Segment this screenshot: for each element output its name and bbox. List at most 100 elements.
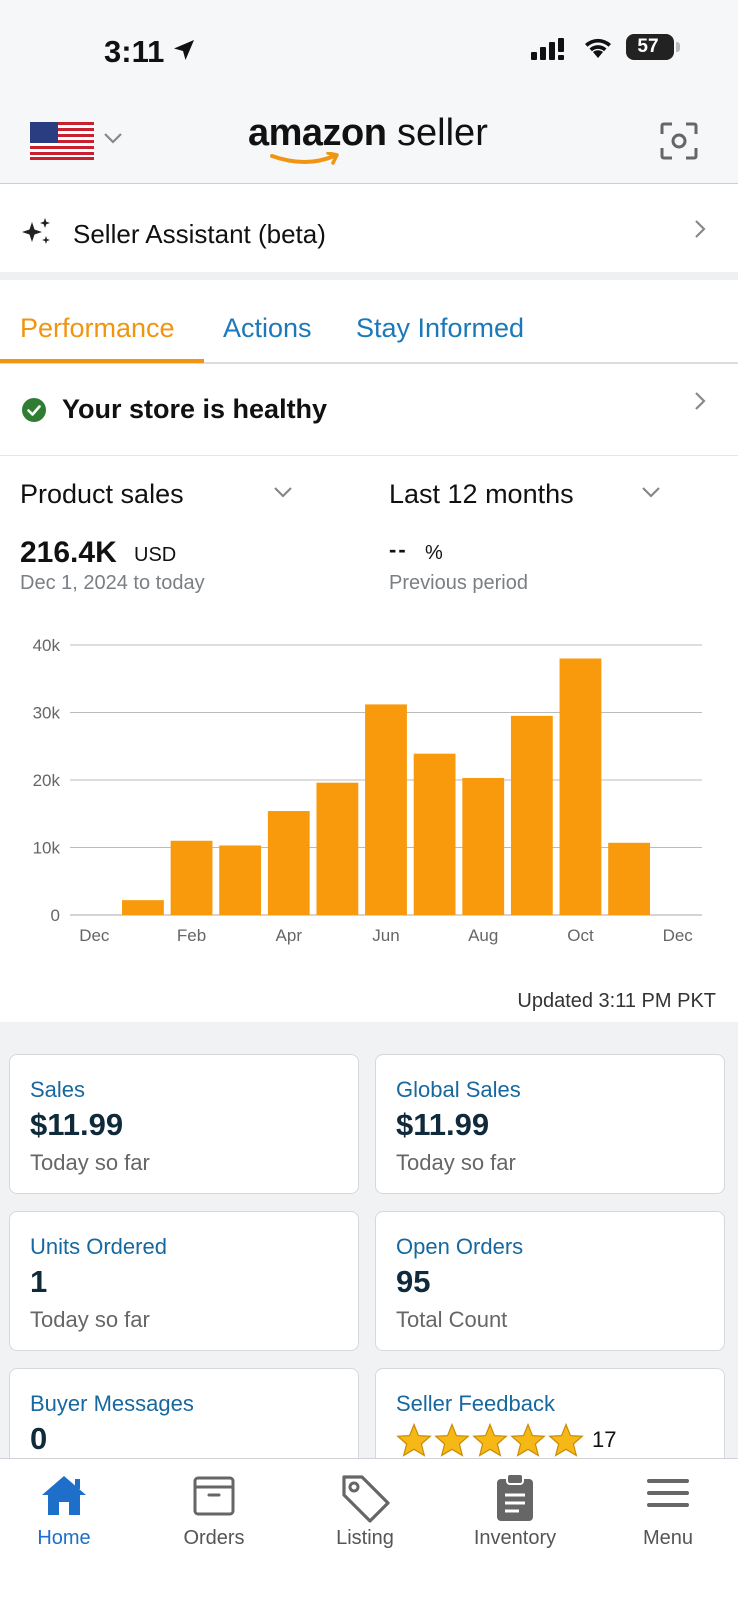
tile-value: 95: [396, 1264, 431, 1299]
period-dropdown[interactable]: Last 12 months: [389, 479, 574, 510]
summary-tiles: Sales $11.99 Today so far Global Sales $…: [0, 1022, 738, 1458]
store-health-row[interactable]: Your store is healthy: [0, 364, 738, 456]
x-tick-label: Dec: [663, 926, 694, 945]
nav-label: Orders: [183, 1527, 245, 1549]
us-flag-icon[interactable]: [30, 122, 94, 160]
star-rating: 17: [396, 1423, 616, 1457]
cellular-signal-icon: [531, 38, 564, 60]
tile-title: Buyer Messages: [30, 1391, 194, 1416]
amazon-smile-icon: [270, 152, 339, 165]
status-time: 3:11: [104, 34, 165, 69]
star-icon: [472, 1423, 508, 1457]
location-arrow-icon: [174, 40, 194, 60]
chevron-down-icon[interactable]: [272, 484, 294, 500]
tile-subtitle: Today so far: [30, 1150, 150, 1175]
y-tick-label: 10k: [33, 839, 61, 858]
change-unit: %: [425, 542, 443, 564]
chart-bar[interactable]: [559, 658, 602, 916]
star-icon: [434, 1423, 470, 1457]
chart-bar[interactable]: [365, 704, 407, 915]
nav-menu[interactable]: Menu: [594, 1459, 738, 1579]
tile-subtitle: Today so far: [30, 1307, 150, 1332]
tile-subtitle: Today so far: [396, 1150, 516, 1175]
orders-box-icon: [193, 1476, 235, 1516]
scan-icon[interactable]: [660, 122, 698, 160]
tile-value: $11.99: [396, 1107, 490, 1142]
home-icon: [42, 1476, 86, 1515]
clipboard-icon: [497, 1473, 533, 1521]
active-tab-indicator: [0, 359, 204, 363]
nav-label: Listing: [336, 1527, 394, 1549]
updated-timestamp: Updated 3:11 PM PKT: [517, 990, 716, 1012]
tile-title: Global Sales: [396, 1077, 521, 1102]
store-health-label: Your store is healthy: [62, 394, 328, 424]
battery-icon: 57: [626, 34, 674, 60]
tile-seller-feedback[interactable]: Seller Feedback 17: [375, 1368, 725, 1458]
chart-bar[interactable]: [170, 840, 213, 915]
chart-bar[interactable]: [122, 900, 164, 915]
sales-total-value: 216.4K: [20, 536, 117, 569]
x-tick-label: Feb: [177, 926, 206, 945]
tile-title: Units Ordered: [30, 1234, 167, 1259]
y-tick-label: 0: [51, 906, 60, 925]
y-tick-label: 20k: [33, 771, 61, 790]
tile-title: Open Orders: [396, 1234, 524, 1259]
metric-dropdown[interactable]: Product sales: [20, 479, 184, 510]
tile-buyer-messages[interactable]: Buyer Messages 0: [9, 1368, 359, 1458]
chart-bar[interactable]: [219, 845, 262, 915]
tile-title: Seller Feedback: [396, 1391, 555, 1416]
chevron-down-icon[interactable]: [640, 484, 662, 500]
y-tick-label: 30k: [33, 704, 61, 723]
battery-level: 57: [637, 36, 659, 57]
chevron-right-icon: [695, 392, 706, 410]
seller-assistant-row[interactable]: Seller Assistant (beta): [0, 184, 738, 280]
change-label: Previous period: [389, 572, 528, 594]
battery-cap: [676, 42, 680, 52]
sales-bar-chart[interactable]: 0 10k 20k 30k 40k Dec Feb Apr Jun Aug Oct Dec: [0, 630, 738, 970]
tab-performance[interactable]: Performance: [20, 313, 175, 344]
tile-units-ordered[interactable]: Units Ordered 1 Today so far: [9, 1211, 359, 1351]
star-icon: [548, 1423, 584, 1457]
tile-value: $11.99: [30, 1107, 124, 1142]
chart-bar[interactable]: [510, 715, 553, 915]
chevron-right-icon: [695, 220, 706, 238]
chart-bar[interactable]: [316, 782, 359, 915]
nav-label: Inventory: [473, 1527, 557, 1549]
tile-value: 1: [30, 1264, 48, 1299]
amazon-seller-logo: amazon seller: [248, 112, 488, 154]
change-value: --: [389, 537, 408, 562]
bottom-navigation: Home Orders Listing Inventory Menu: [0, 1458, 738, 1600]
chart-bar[interactable]: [413, 753, 456, 915]
x-tick-label: Dec: [79, 926, 110, 945]
wifi-icon: [585, 38, 611, 58]
star-icon: [396, 1423, 432, 1457]
tab-stay-informed[interactable]: Stay Informed: [356, 313, 524, 344]
x-tick-label: Aug: [468, 926, 498, 945]
x-tick-label: Oct: [567, 926, 594, 945]
tile-value: 0: [30, 1421, 48, 1456]
tile-title: Sales: [30, 1077, 86, 1102]
nav-home[interactable]: Home: [0, 1459, 138, 1579]
tag-icon: [342, 1475, 390, 1523]
tile-sales[interactable]: Sales $11.99 Today so far: [9, 1054, 359, 1194]
chart-bar[interactable]: [462, 777, 505, 915]
chart-bar[interactable]: [267, 811, 310, 915]
tile-global-sales[interactable]: Global Sales $11.99 Today so far: [375, 1054, 725, 1194]
feedback-count: 17: [592, 1427, 617, 1452]
chevron-down-icon[interactable]: [102, 130, 124, 146]
star-icon: [510, 1423, 546, 1457]
app-header: amazon seller: [0, 100, 738, 184]
tile-open-orders[interactable]: Open Orders 95 Total Count: [375, 1211, 725, 1351]
y-tick-label: 40k: [33, 636, 61, 655]
tile-subtitle: Total Count: [396, 1307, 508, 1332]
nav-inventory[interactable]: Inventory: [441, 1459, 589, 1579]
tab-actions[interactable]: Actions: [223, 313, 312, 344]
tab-bar: Performance Actions Stay Informed: [0, 288, 738, 364]
nav-listing[interactable]: Listing: [291, 1459, 439, 1579]
seller-assistant-label: Seller Assistant (beta): [73, 219, 326, 249]
nav-orders[interactable]: Orders: [140, 1459, 288, 1579]
x-tick-label: Apr: [276, 926, 303, 945]
chart-bar[interactable]: [608, 842, 650, 915]
sales-total-unit: USD: [134, 544, 177, 566]
x-tick-label: Jun: [372, 926, 399, 945]
